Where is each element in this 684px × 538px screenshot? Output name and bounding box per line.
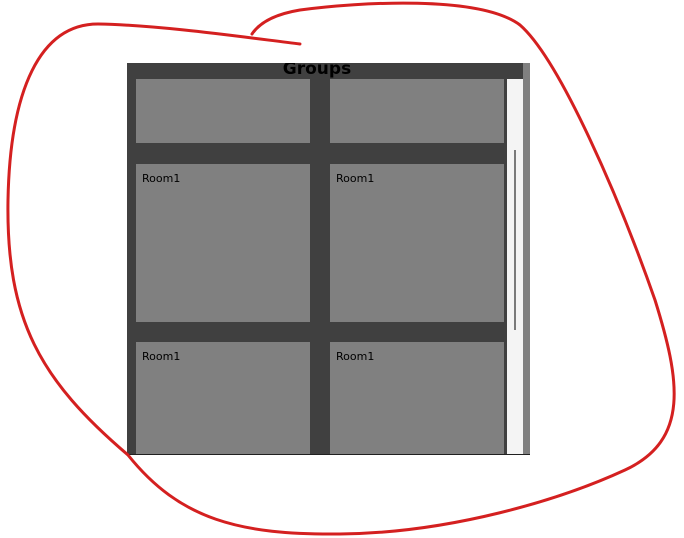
vertical-scrollbar[interactable]: [507, 79, 523, 455]
screenshot-stage: Groups Room1 Room1 Room1 Room1: [0, 0, 684, 538]
tile-label: Room1: [142, 350, 181, 363]
scrollbar-thumb[interactable]: [514, 150, 516, 330]
tile-label: Room1: [336, 350, 375, 363]
group-tile-room[interactable]: Room1: [136, 342, 310, 455]
group-tile[interactable]: [330, 79, 504, 143]
panel-bottom-border: [127, 454, 530, 455]
group-tile-room[interactable]: Room1: [330, 342, 504, 455]
tile-label: Room1: [142, 172, 181, 185]
group-tile-room[interactable]: Room1: [136, 164, 310, 322]
panel-right-edge: [523, 63, 530, 455]
group-tile[interactable]: [136, 79, 310, 143]
panel-title: Groups: [282, 63, 352, 79]
group-tile-room[interactable]: Room1: [330, 164, 504, 322]
groups-panel: Groups Room1 Room1 Room1 Room1: [127, 63, 530, 455]
tile-label: Room1: [336, 172, 375, 185]
